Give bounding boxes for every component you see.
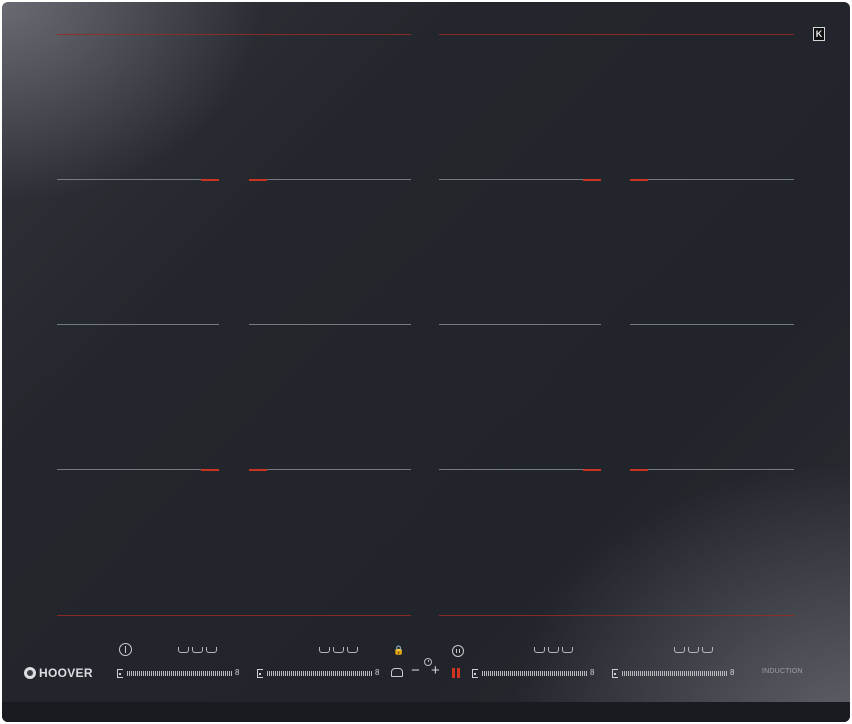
- brand-logo: HOOVER: [24, 664, 93, 682]
- zone-divider: [439, 469, 601, 470]
- zone-divider: [57, 469, 219, 470]
- hob-edge: [2, 702, 850, 722]
- slider-track[interactable]: [267, 670, 373, 676]
- slider-zone-icon: [257, 668, 263, 678]
- zone-divider: [249, 469, 411, 470]
- zone-marker: [583, 469, 601, 471]
- chef-hat-icon[interactable]: [391, 668, 403, 677]
- pause-icon[interactable]: [452, 645, 464, 657]
- induction-hob: K 🔒 HOOVER 8 8 − + 8 8 INDUCTION: [2, 2, 850, 722]
- zone-3-power-slider[interactable]: 8: [472, 668, 594, 678]
- slider-zone-icon: [472, 668, 478, 678]
- zone-marker: [249, 179, 267, 181]
- power-icon[interactable]: [119, 643, 132, 656]
- slider-max-label: 8: [235, 668, 240, 677]
- zone-boundary-bottom-right: [439, 615, 794, 616]
- zone-boundary-top-right: [439, 34, 794, 35]
- zone-divider: [630, 469, 794, 470]
- zone-divider: [439, 179, 601, 180]
- slider-zone-icon: [612, 668, 618, 678]
- zone-marker: [630, 469, 648, 471]
- zone-divider: [57, 324, 219, 325]
- zone-divider: [249, 324, 411, 325]
- zone-4-power-slider[interactable]: 8: [612, 668, 734, 678]
- zone-marker: [630, 179, 648, 181]
- zone-1-power-slider[interactable]: 8: [117, 668, 239, 678]
- zone-divider: [630, 179, 794, 180]
- zone-marker: [249, 469, 267, 471]
- zone-divider: [57, 179, 219, 180]
- zone-divider: [249, 179, 411, 180]
- slider-max-label: 8: [730, 668, 735, 677]
- plus-button[interactable]: +: [431, 663, 440, 679]
- slider-track[interactable]: [482, 670, 588, 676]
- zone-boundary-top-left: [57, 34, 411, 35]
- hoover-logo-icon: [24, 667, 36, 679]
- minus-button[interactable]: −: [411, 663, 420, 679]
- cooking-mode-icon[interactable]: [534, 647, 573, 653]
- lock-icon[interactable]: 🔒: [393, 645, 404, 656]
- cooking-mode-icon[interactable]: [674, 647, 713, 653]
- status-indicator: [452, 668, 460, 678]
- k-badge-logo: K: [813, 27, 825, 41]
- induction-label: INDUCTION: [762, 668, 803, 675]
- zone-2-power-slider[interactable]: 8: [257, 668, 379, 678]
- slider-track[interactable]: [622, 670, 728, 676]
- slider-zone-icon: [117, 668, 123, 678]
- cooking-mode-icon[interactable]: [319, 647, 358, 653]
- zone-marker: [201, 469, 219, 471]
- slider-max-label: 8: [375, 668, 380, 677]
- zone-boundary-bottom-left: [57, 615, 411, 616]
- zone-divider: [439, 324, 601, 325]
- zone-marker: [201, 179, 219, 181]
- brand-name: HOOVER: [39, 666, 93, 680]
- slider-track[interactable]: [127, 670, 233, 676]
- slider-max-label: 8: [590, 668, 595, 677]
- zone-marker: [583, 179, 601, 181]
- cooking-mode-icon[interactable]: [178, 647, 217, 653]
- zone-divider: [630, 324, 794, 325]
